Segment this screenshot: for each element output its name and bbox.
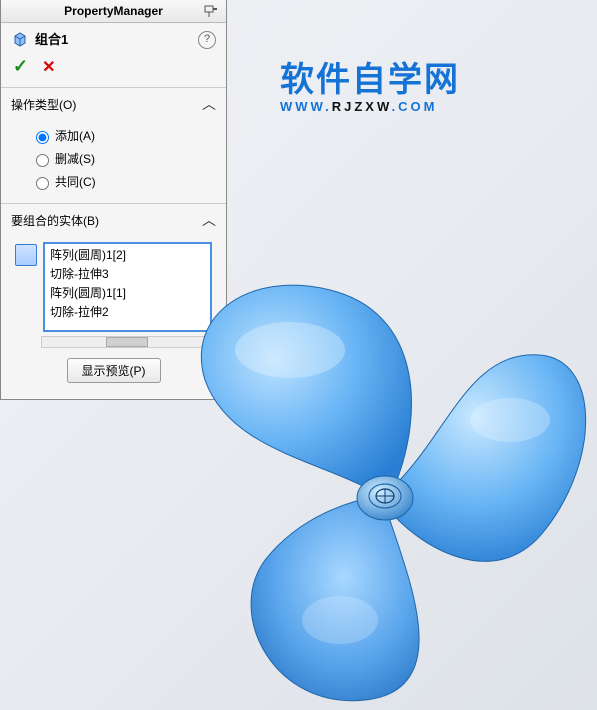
panel-title: PropertyManager [1,4,226,18]
watermark-sub-mid: RJZXW [332,99,392,114]
operation-type-title: 操作类型(O) [11,96,202,113]
chevron-up-icon: ︿ [202,210,216,230]
op-subtract-label: 删减(S) [55,150,95,167]
cancel-button[interactable]: ✕ [42,57,55,77]
bodies-title: 要组合的实体(B) [11,212,202,229]
op-common-input[interactable] [36,177,49,190]
feature-row: 组合1 ? [1,23,226,54]
operation-type-body: 添加(A) 删减(S) 共同(C) [1,120,226,203]
help-icon[interactable]: ? [198,31,216,49]
show-preview-button[interactable]: 显示预览(P) [67,358,161,383]
panel-title-bar: PropertyManager [1,0,226,23]
op-add-input[interactable] [36,131,49,144]
watermark: 软件自学网 WWW.RJZXW.COM [280,52,460,114]
op-add-label: 添加(A) [55,127,95,144]
bodies-header[interactable]: 要组合的实体(B) ︿ [1,204,226,236]
scrollbar-thumb[interactable] [106,337,148,347]
op-common-radio[interactable]: 共同(C) [11,170,216,193]
propeller-model[interactable] [170,260,597,705]
pin-icon[interactable] [202,3,218,19]
watermark-main: 软件自学网 [280,52,460,101]
confirm-row: ✓ ✕ [1,54,226,87]
feature-name: 组合1 [35,29,68,48]
op-add-radio[interactable]: 添加(A) [11,124,216,147]
op-common-label: 共同(C) [55,173,96,190]
op-subtract-input[interactable] [36,154,49,167]
op-subtract-radio[interactable]: 删减(S) [11,147,216,170]
chevron-up-icon: ︿ [202,94,216,114]
watermark-sub: WWW.RJZXW.COM [280,99,460,114]
viewport: PropertyManager 组合1 ? ✓ ✕ 操作类型(O) ︿ [0,0,597,710]
operation-type-group: 操作类型(O) ︿ 添加(A) 删减(S) 共同(C) [1,87,226,203]
solid-body-icon[interactable] [15,244,37,266]
watermark-sub-pre: WWW. [280,99,332,114]
operation-type-header[interactable]: 操作类型(O) ︿ [1,88,226,120]
combine-feature-icon [11,30,29,48]
watermark-sub-post: .COM [392,99,438,114]
ok-button[interactable]: ✓ [13,56,28,77]
